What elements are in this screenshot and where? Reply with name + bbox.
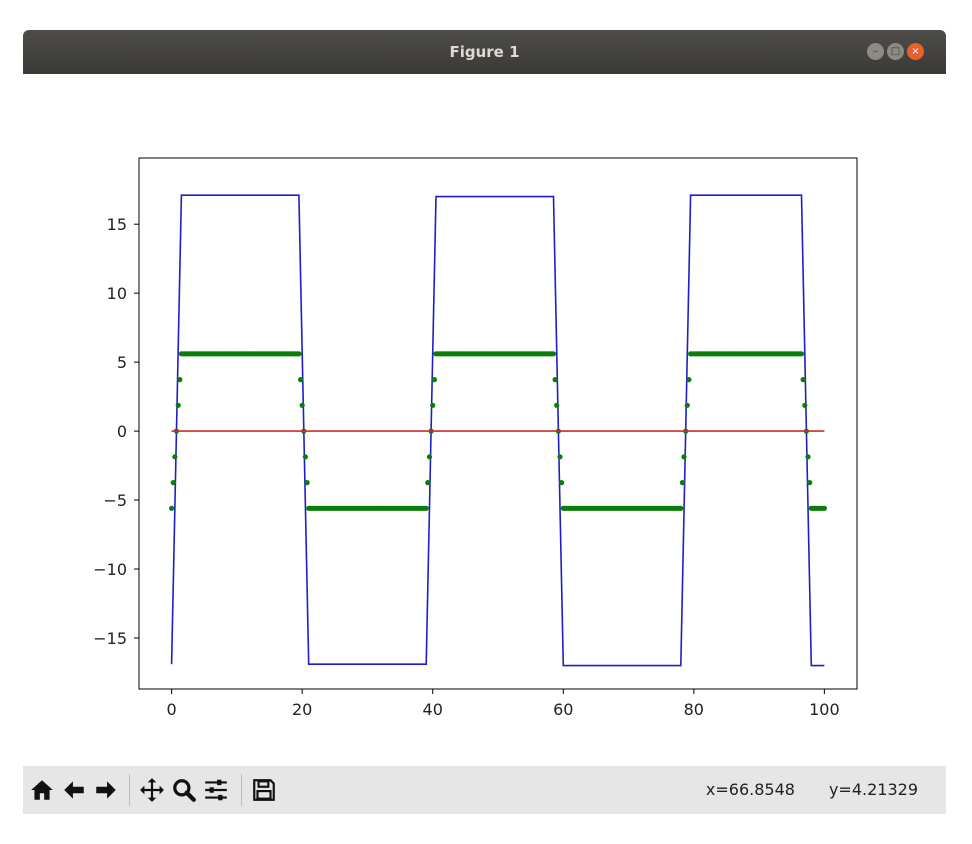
data-point [678,505,684,511]
data-point [821,505,828,511]
title-bar[interactable]: Figure 1 – □ × [23,30,946,74]
axes-frame [138,157,858,690]
data-point [805,454,811,460]
data-point [552,377,558,383]
toolbar-separator [241,774,242,806]
cursor-x-readout: x=66.8548 [705,780,795,799]
tick-layer: 0 20 40 60 80 100 −15 −10 −5 0 5 10 15 [93,215,839,719]
data-point [304,480,310,486]
data-point [177,377,183,383]
data-point [554,402,560,408]
back-button[interactable] [59,774,89,806]
zoom-icon [173,779,196,802]
y-tick-label: −5 [103,491,127,510]
data-point [298,377,304,383]
data-point [800,377,806,383]
navigation-toolbar: x=66.8548 y=4.21329 [23,766,946,814]
data-point [807,480,813,486]
x-tick-label: 60 [553,700,573,719]
close-button[interactable]: × [907,43,924,60]
data-point [302,454,308,460]
x-tick-label: 20 [292,700,312,719]
data-point [686,377,692,383]
home-icon [31,780,53,800]
data-point [175,402,181,408]
data-point [431,377,437,383]
x-tick-label: 0 [167,700,177,719]
data-point [299,402,305,408]
figure-window: Figure 1 – □ × 0 20 40 60 80 100 −15 −10 −5 0 5 10 1… [23,30,946,816]
cursor-coordinates: x=66.8548 y=4.21329 [672,766,918,814]
y-tick-label: −10 [93,560,127,579]
y-tick-label: −15 [93,629,127,648]
x-tick-label: 40 [423,700,443,719]
data-point [426,454,433,460]
data-point [425,480,431,486]
figure-canvas[interactable]: 0 20 40 60 80 100 −15 −10 −5 0 5 10 15 [23,74,946,766]
forward-button[interactable] [91,774,121,806]
y-tick-label: 10 [107,284,127,303]
pan-icon [140,778,164,802]
cursor-y-readout: y=4.21329 [828,780,918,799]
x-tick-label: 80 [684,700,704,719]
save-button[interactable] [249,774,279,806]
data-point [681,454,687,460]
window-title: Figure 1 [449,43,520,61]
plot-svg: 0 20 40 60 80 100 −15 −10 −5 0 5 10 15 [93,157,858,719]
forward-arrow-icon [96,781,116,799]
y-tick-label: 5 [117,353,127,372]
data-point [802,402,808,408]
back-arrow-icon [64,781,84,799]
configure-subplots-button[interactable] [201,774,231,806]
data-point [296,351,302,357]
data-point [557,454,563,460]
x-tick-label: 100 [809,700,840,719]
series-layer [169,194,828,667]
data-point [423,505,429,511]
data-point [550,351,557,357]
configure-subplots-icon [205,779,227,801]
data-point [170,480,176,486]
data-point [559,480,565,486]
data-point [169,505,175,511]
y-tick-label: 0 [117,422,127,441]
pan-button[interactable] [137,774,167,806]
data-point [679,480,686,486]
y-tick-label: 15 [107,215,127,234]
toolbar-separator [129,774,130,806]
minimize-button[interactable]: – [867,43,884,60]
zoom-button[interactable] [169,774,199,806]
data-point [172,454,178,460]
home-button[interactable] [27,774,57,806]
data-point [798,351,805,357]
data-point [430,402,436,408]
data-point [684,402,690,408]
save-icon [253,779,275,801]
maximize-button[interactable]: □ [887,43,904,60]
